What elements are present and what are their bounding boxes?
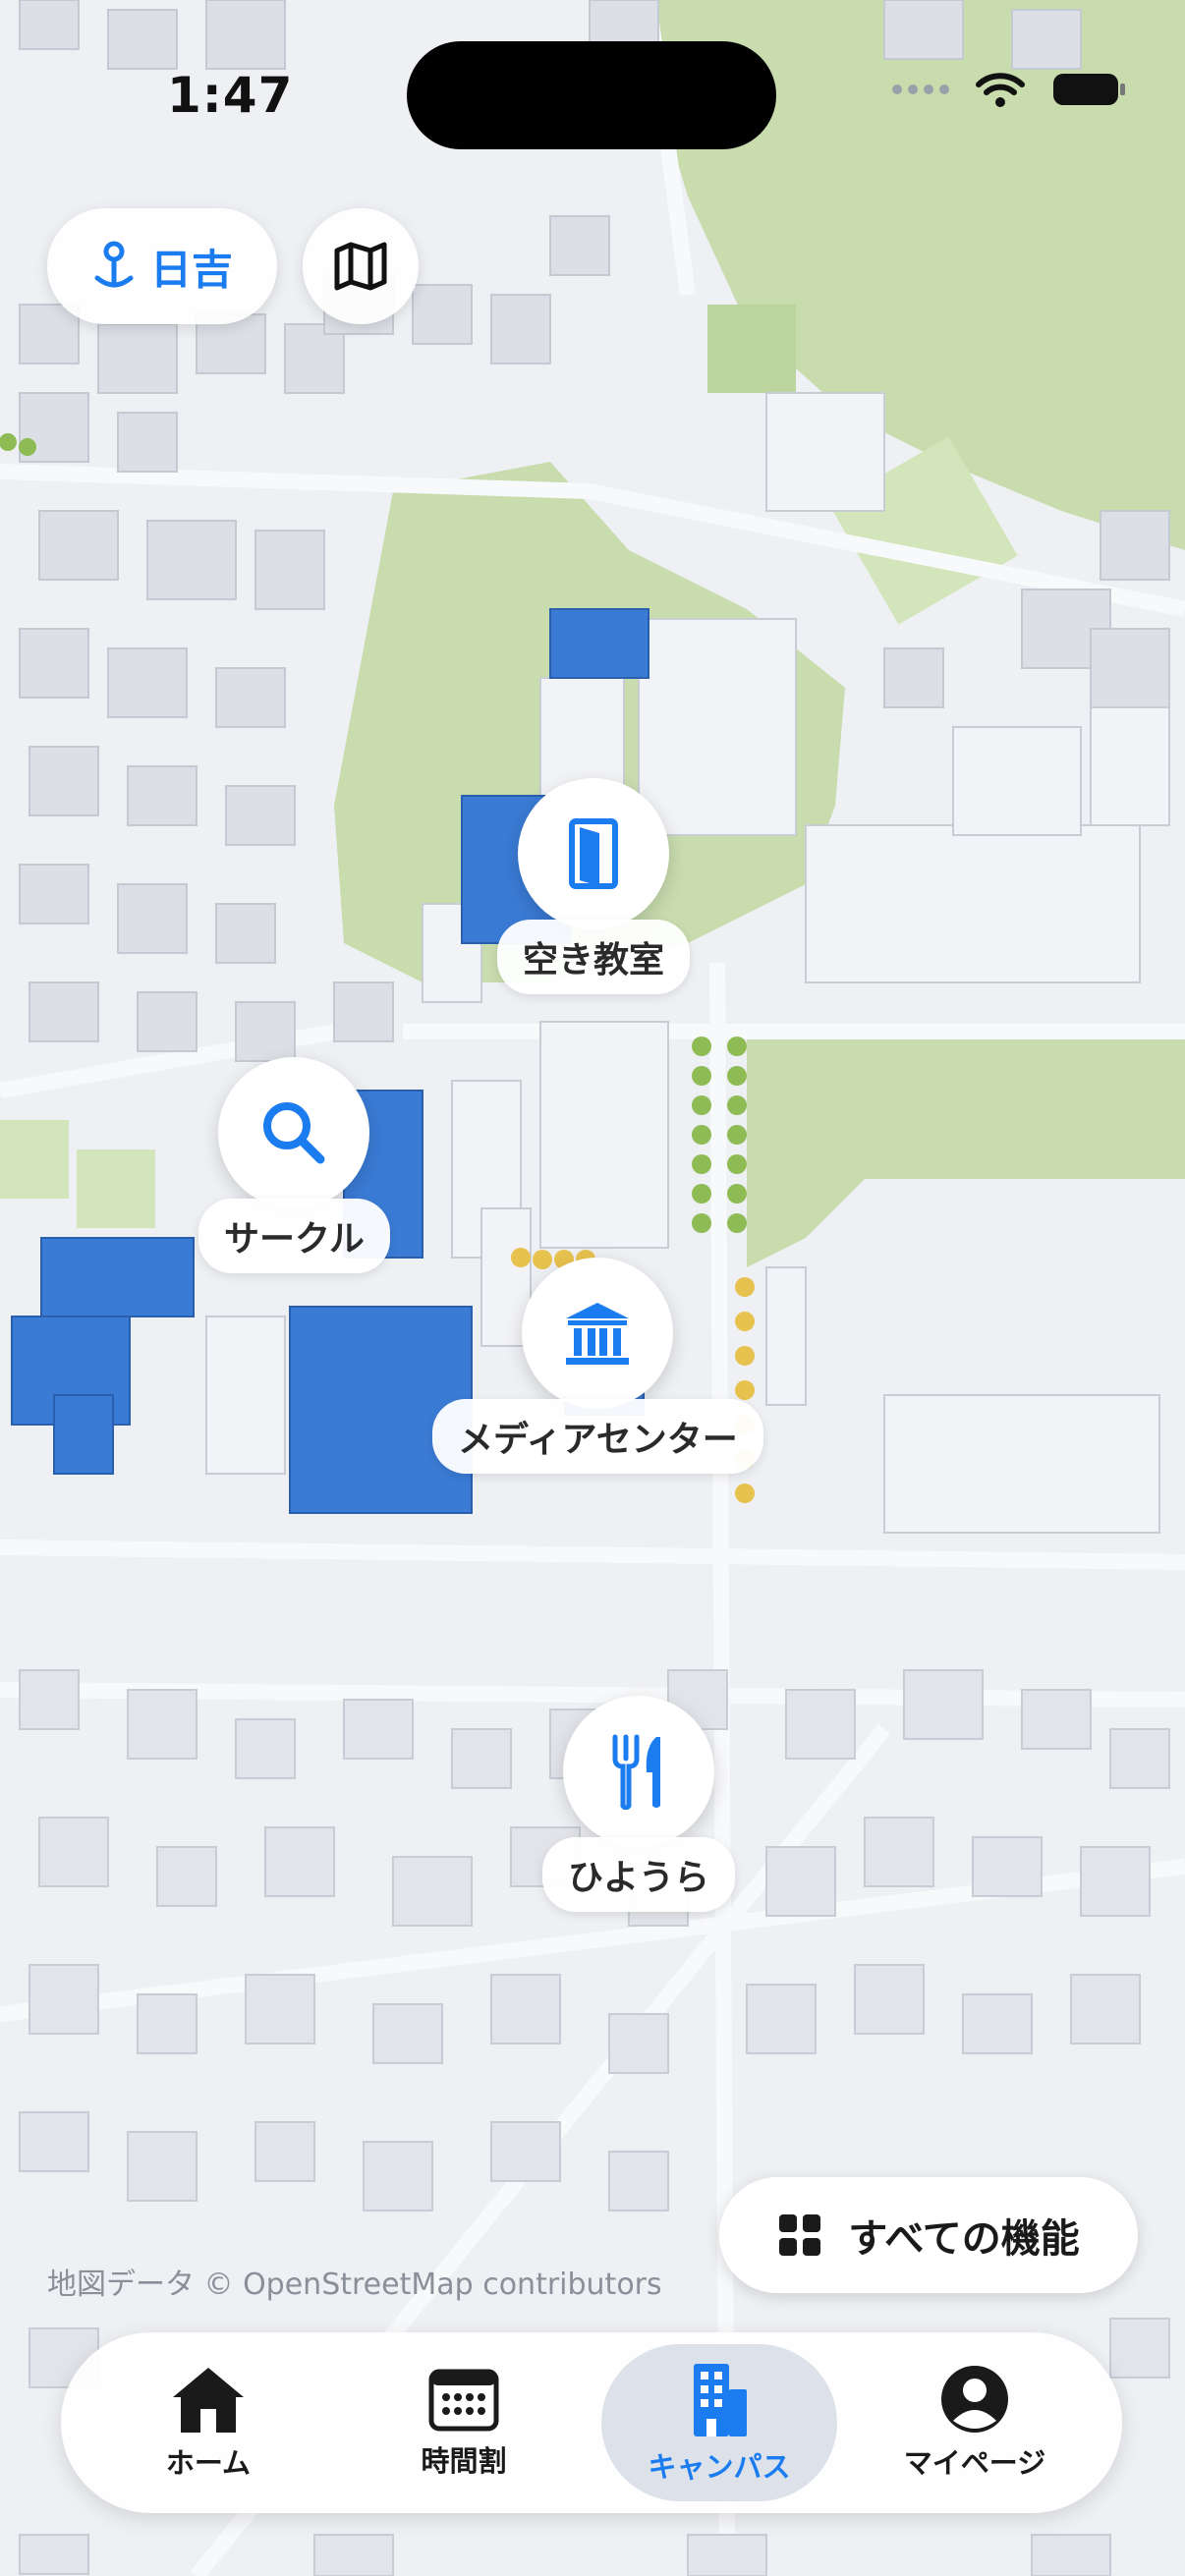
- marker-empty-classroom[interactable]: 空き教室: [497, 778, 691, 994]
- tab-home[interactable]: ホーム: [90, 2344, 326, 2501]
- door-icon: [569, 818, 618, 889]
- search-icon: [263, 1102, 325, 1164]
- wifi-icon: [976, 73, 1025, 107]
- marker-media-center[interactable]: メディアセンター: [432, 1258, 763, 1474]
- marker-circle[interactable]: [563, 1696, 714, 1847]
- tab-mypage[interactable]: マイページ: [857, 2344, 1093, 2501]
- campus-selector-label: 日吉: [149, 245, 233, 294]
- sports-field: [77, 1149, 155, 1228]
- marker-circle[interactable]: [522, 1258, 674, 1409]
- sports-field: [0, 1120, 69, 1199]
- tab-timetable[interactable]: 時間割: [346, 2344, 582, 2501]
- sports-field: [707, 305, 796, 393]
- house-icon: [173, 2368, 244, 2433]
- tab-campus[interactable]: キャンパス: [601, 2344, 837, 2501]
- map-attribution[interactable]: 地図データ © OpenStreetMap contributors: [47, 2260, 662, 2303]
- all-features-button[interactable]: すべての機能: [719, 2177, 1138, 2293]
- map-style-button[interactable]: [303, 208, 419, 324]
- marker-circle-search[interactable]: サークル: [198, 1057, 390, 1273]
- marker-label: サークル: [198, 1199, 390, 1273]
- location-pin-icon: [94, 241, 134, 288]
- marker-label: ひようら: [542, 1837, 736, 1912]
- campus-selector-button[interactable]: 日吉: [47, 208, 277, 324]
- calendar-icon: [428, 2369, 499, 2432]
- grid-icon: [779, 2214, 821, 2256]
- marker-label: 空き教室: [497, 920, 691, 994]
- person-icon: [941, 2366, 1008, 2433]
- marker-label: メディアセンター: [432, 1399, 763, 1474]
- tab-label: キャンパス: [648, 2450, 791, 2484]
- tab-bar: ホーム 時間割 キャンパス マイページ: [61, 2332, 1122, 2513]
- marker-circle[interactable]: [218, 1057, 370, 1208]
- marker-circle[interactable]: [518, 778, 669, 929]
- tab-label: 時間割: [421, 2444, 507, 2478]
- status-time: 1:47: [167, 67, 294, 124]
- signal-dots-icon: [892, 84, 949, 94]
- tab-label: マイページ: [903, 2446, 1046, 2480]
- map-icon: [334, 242, 387, 291]
- building-icon: [694, 2364, 747, 2436]
- tab-label: ホーム: [165, 2446, 252, 2480]
- marker-cafeteria[interactable]: ひようら: [542, 1696, 736, 1912]
- battery-icon: [1053, 74, 1125, 105]
- status-indicators: [892, 71, 1128, 108]
- dynamic-island: [407, 41, 776, 149]
- all-features-label: すべての機能: [848, 2216, 1080, 2262]
- fork-knife-icon: [612, 1734, 660, 1810]
- library-icon: [566, 1303, 630, 1365]
